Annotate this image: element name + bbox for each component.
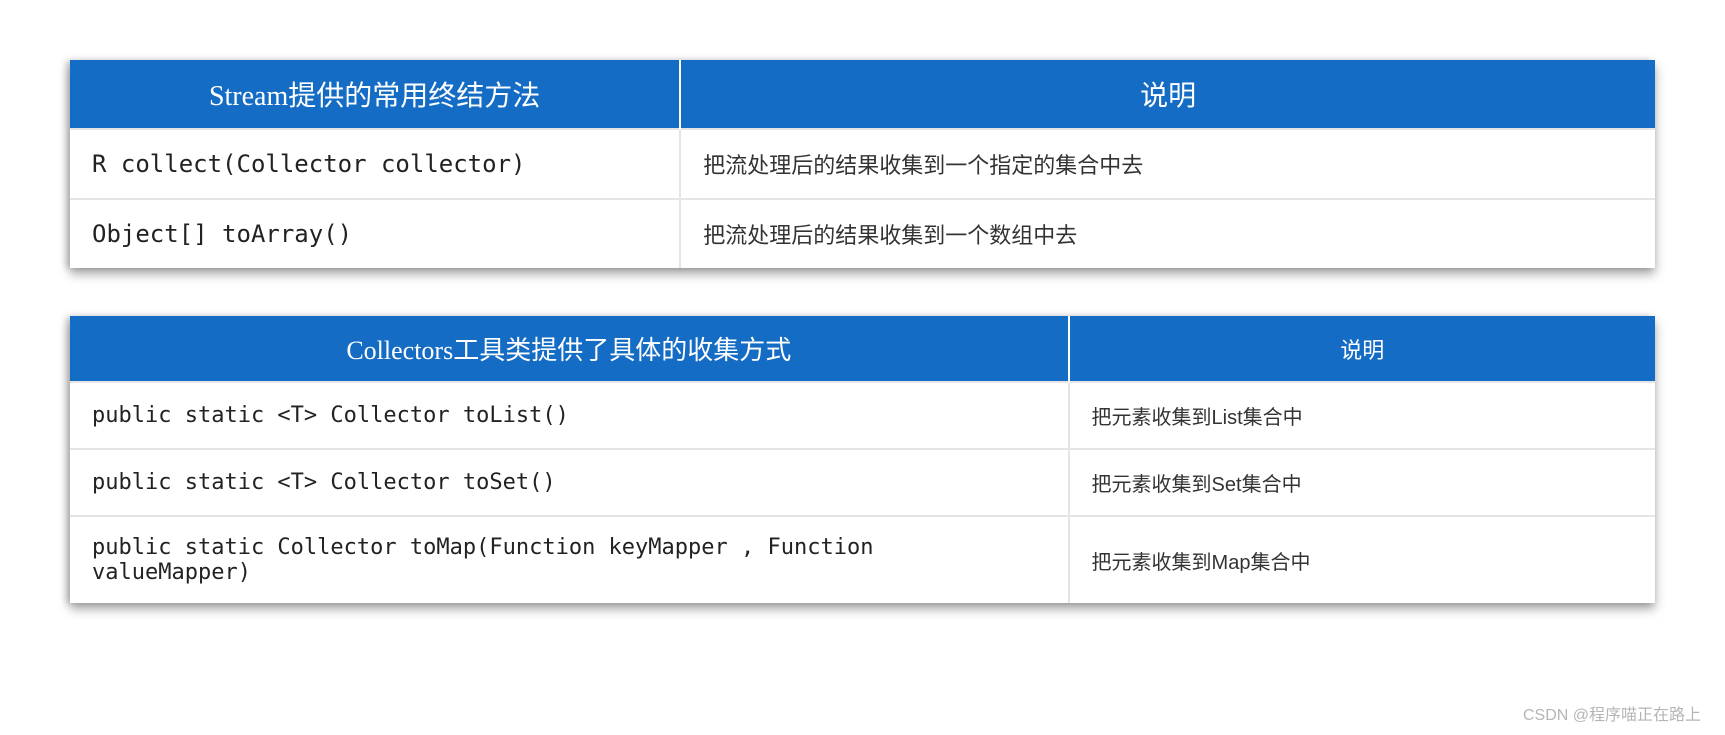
table-header-desc: 说明 xyxy=(1069,316,1655,382)
desc-cell: 把元素收集到Map集合中 xyxy=(1069,516,1655,603)
stream-methods-table: Stream提供的常用终结方法 说明 R collect(Collector c… xyxy=(70,60,1655,268)
table-header-desc: 说明 xyxy=(680,60,1655,129)
table-header-row: Collectors工具类提供了具体的收集方式 说明 xyxy=(70,316,1655,382)
method-cell: R collect(Collector collector) xyxy=(70,129,680,199)
stream-methods-table-container: Stream提供的常用终结方法 说明 R collect(Collector c… xyxy=(70,60,1655,268)
desc-cell: 把元素收集到Set集合中 xyxy=(1069,449,1655,516)
method-code: R collect(Collector collector) xyxy=(92,150,525,178)
method-code: public static Collector toMap(Function k… xyxy=(92,535,873,585)
desc-cell: 把元素收集到List集合中 xyxy=(1069,382,1655,449)
collectors-table: Collectors工具类提供了具体的收集方式 说明 public static… xyxy=(70,316,1655,603)
method-cell: public static <T> Collector toList() xyxy=(70,382,1069,449)
table-header-method: Stream提供的常用终结方法 xyxy=(70,60,680,129)
table-header-row: Stream提供的常用终结方法 说明 xyxy=(70,60,1655,129)
collectors-table-container: Collectors工具类提供了具体的收集方式 说明 public static… xyxy=(70,316,1655,603)
method-cell: public static <T> Collector toSet() xyxy=(70,449,1069,516)
method-code: public static <T> Collector toSet() xyxy=(92,470,556,495)
desc-cell: 把流处理后的结果收集到一个指定的集合中去 xyxy=(680,129,1655,199)
table-row: Object[] toArray() 把流处理后的结果收集到一个数组中去 xyxy=(70,199,1655,268)
table-row: R collect(Collector collector) 把流处理后的结果收… xyxy=(70,129,1655,199)
table-header-method: Collectors工具类提供了具体的收集方式 xyxy=(70,316,1069,382)
watermark-text: CSDN @程序喵正在路上 xyxy=(1523,701,1701,725)
table-row: public static Collector toMap(Function k… xyxy=(70,516,1655,603)
method-code: Object[] toArray() xyxy=(92,220,352,248)
method-cell: Object[] toArray() xyxy=(70,199,680,268)
method-cell: public static Collector toMap(Function k… xyxy=(70,516,1069,603)
table-row: public static <T> Collector toSet() 把元素收… xyxy=(70,449,1655,516)
desc-cell: 把流处理后的结果收集到一个数组中去 xyxy=(680,199,1655,268)
method-code: public static <T> Collector toList() xyxy=(92,403,569,428)
table-row: public static <T> Collector toList() 把元素… xyxy=(70,382,1655,449)
